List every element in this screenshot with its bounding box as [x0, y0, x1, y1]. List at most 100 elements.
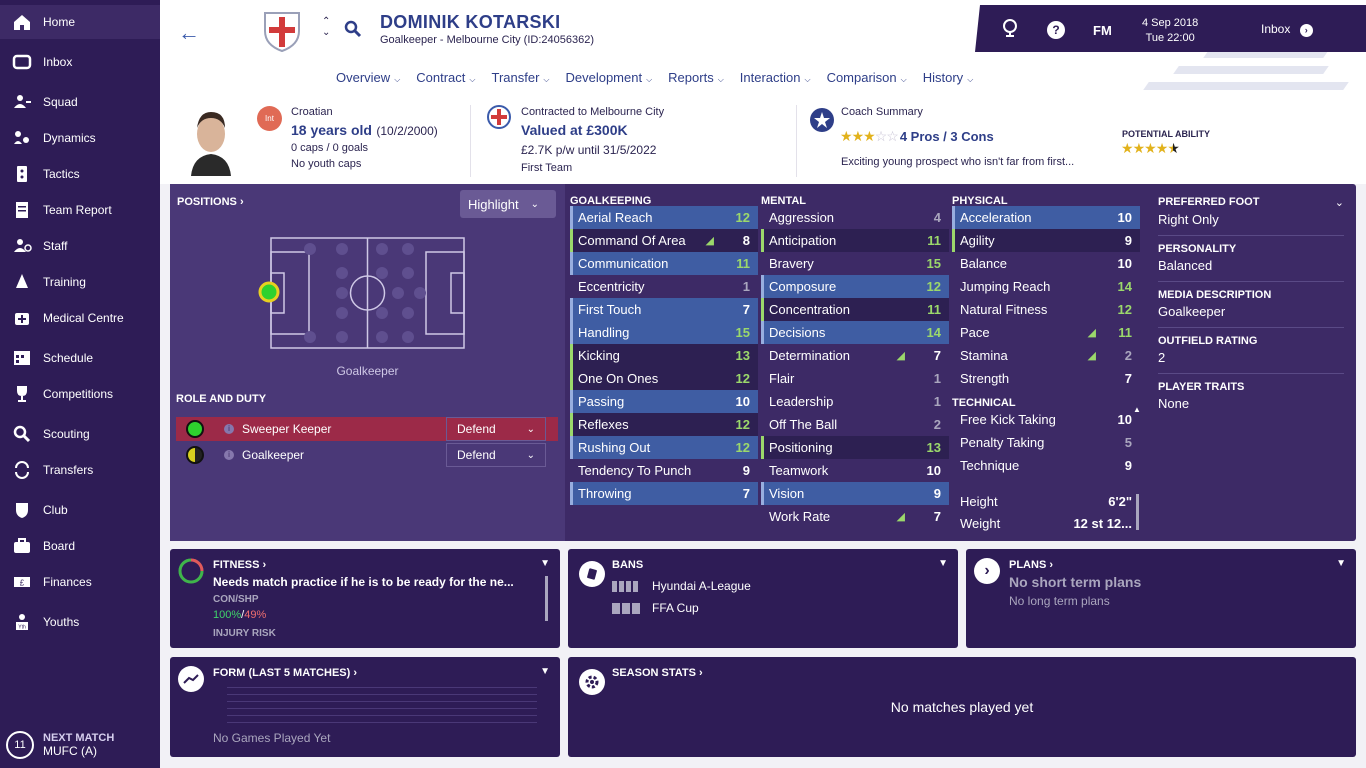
fm-menu-button[interactable]: FM [1093, 23, 1112, 38]
attribute-row[interactable]: Stamina ◢ 2 [952, 344, 1140, 367]
attribute-row[interactable]: Jumping Reach 14 [952, 275, 1140, 298]
attribute-row[interactable]: Penalty Taking 5 [952, 431, 1140, 454]
back-arrow-icon[interactable]: ← [178, 20, 200, 46]
attribute-row[interactable]: Acceleration 10 [952, 206, 1140, 229]
sidebar-item-youths[interactable]: Yth Youths [0, 605, 160, 639]
tab-reports[interactable]: Reports ⌵ [660, 66, 732, 98]
club-world-icon[interactable] [1002, 19, 1018, 37]
highlight-dropdown[interactable]: Highlight ⌄ [460, 190, 556, 218]
attribute-row[interactable]: Kicking 13 [570, 344, 758, 367]
attribute-row[interactable]: First Touch 7 [570, 298, 758, 321]
sidebar-item-label: Training [43, 275, 86, 289]
help-icon[interactable]: ? [1047, 21, 1065, 39]
attribute-row[interactable]: Flair 1 [761, 367, 949, 390]
pros-cons[interactable]: 4 Pros / 3 Cons [900, 129, 994, 144]
coach-text: Exciting young prospect who isn't far fr… [841, 156, 1075, 168]
goalkeeper-position-marker[interactable] [258, 281, 280, 303]
inbox-continue-button[interactable]: Inbox › [1261, 22, 1313, 37]
attribute-row[interactable]: Positioning 13 [761, 436, 949, 459]
tab-contract[interactable]: Contract ⌵ [408, 66, 483, 98]
duty-dropdown[interactable]: Defend ⌄ [446, 417, 546, 441]
fitness-title[interactable]: FITNESS › [213, 559, 266, 571]
sidebar-item-finances[interactable]: £ Finances [0, 565, 160, 599]
attribute-row[interactable]: Strength 7 [952, 367, 1140, 390]
attribute-row[interactable]: Rushing Out 12 [570, 436, 758, 459]
prev-next-player[interactable]: ⌃ ⌄ [322, 16, 330, 38]
sidebar-item-club[interactable]: Club [0, 493, 160, 527]
sidebar-item-medical-centre[interactable]: Medical Centre [0, 301, 160, 335]
role-row-goalkeeper[interactable]: i Goalkeeper Defend ⌄ [176, 443, 558, 467]
attribute-row[interactable]: Throwing 7 [570, 482, 758, 505]
preferred-foot-header[interactable]: PREFERRED FOOT ⌄ [1158, 196, 1344, 209]
attribute-row[interactable]: Teamwork 10 [761, 459, 949, 482]
attribute-row[interactable]: Pace ◢ 11 [952, 321, 1140, 344]
attribute-row[interactable]: Decisions 14 [761, 321, 949, 344]
info-icon[interactable]: i [224, 450, 234, 460]
sidebar-item-training[interactable]: Training [0, 265, 160, 299]
sidebar-item-team-report[interactable]: Team Report [0, 193, 160, 227]
positions-title[interactable]: POSITIONS › [177, 196, 244, 208]
info-icon[interactable]: i [224, 424, 234, 434]
board-icon [10, 536, 34, 556]
attribute-row[interactable]: Handling 15 [570, 321, 758, 344]
chevron-down-icon[interactable]: ▼ [540, 666, 550, 677]
sidebar-item-dynamics[interactable]: Dynamics [0, 121, 160, 155]
scrollbar[interactable] [545, 576, 548, 621]
role-row-sweeper-keeper[interactable]: i Sweeper Keeper Defend ⌄ [176, 417, 558, 441]
sidebar-item-scouting[interactable]: Scouting [0, 417, 160, 451]
attribute-row[interactable]: Determination ◢ 7 [761, 344, 949, 367]
sidebar-item-board[interactable]: Board [0, 529, 160, 563]
attribute-row[interactable]: Concentration 11 [761, 298, 949, 321]
attribute-row[interactable]: Communication 11 [570, 252, 758, 275]
attribute-name: Determination [769, 348, 850, 363]
attribute-row[interactable]: One On Ones 12 [570, 367, 758, 390]
sidebar-item-schedule[interactable]: Schedule [0, 341, 160, 375]
next-match[interactable]: 11 NEXT MATCH MUFC (A) [6, 731, 114, 759]
attribute-row[interactable]: Tendency To Punch 9 [570, 459, 758, 482]
attribute-row[interactable]: Free Kick Taking 10 [952, 408, 1140, 431]
attribute-row[interactable]: Reflexes 12 [570, 413, 758, 436]
attribute-row[interactable]: Aerial Reach 12 [570, 206, 758, 229]
duty-dropdown[interactable]: Defend ⌄ [446, 443, 546, 467]
attribute-row[interactable]: Balance 10 [952, 252, 1140, 275]
collapse-arrow-icon[interactable]: ▲ [1133, 405, 1141, 414]
season-stats-title[interactable]: SEASON STATS › [612, 667, 703, 679]
attribute-row[interactable]: Aggression 4 [761, 206, 949, 229]
sidebar-item-competitions[interactable]: Competitions [0, 377, 160, 411]
attribute-row[interactable]: Natural Fitness 12 [952, 298, 1140, 321]
attribute-row[interactable]: Command Of Area ◢ 8 [570, 229, 758, 252]
sidebar-item-inbox[interactable]: Inbox [0, 45, 160, 79]
chevron-down-icon[interactable]: ▼ [1336, 558, 1346, 569]
sidebar-item-home[interactable]: Home [0, 5, 160, 39]
plans-title[interactable]: PLANS › [1009, 559, 1053, 571]
attribute-name: Balance [960, 256, 1007, 271]
attribute-row[interactable]: Bravery 15 [761, 252, 949, 275]
sidebar-item-staff[interactable]: Staff [0, 229, 160, 263]
scrollbar[interactable] [1136, 494, 1139, 530]
attribute-row[interactable]: Leadership 1 [761, 390, 949, 413]
form-title[interactable]: FORM (LAST 5 MATCHES) › [213, 667, 357, 679]
attribute-row[interactable]: Work Rate ◢ 7 [761, 505, 949, 528]
attribute-row[interactable]: Off The Ball 2 [761, 413, 949, 436]
chevron-down-icon[interactable]: ▼ [938, 558, 948, 569]
attribute-row[interactable]: Technique 9 [952, 454, 1140, 477]
attribute-row[interactable]: Vision 9 [761, 482, 949, 505]
attribute-row[interactable]: Passing 10 [570, 390, 758, 413]
attribute-row[interactable]: Agility 9 [952, 229, 1140, 252]
tab-overview[interactable]: Overview ⌵ [328, 66, 409, 98]
tab-development[interactable]: Development ⌵ [557, 66, 660, 98]
attribute-name: Stamina [960, 348, 1008, 363]
attribute-row[interactable]: Anticipation 11 [761, 229, 949, 252]
sidebar-item-tactics[interactable]: Tactics [0, 157, 160, 191]
sidebar-item-squad[interactable]: Squad [0, 85, 160, 119]
attribute-row[interactable]: Composure 12 [761, 275, 949, 298]
height-value: 6'2" [1108, 494, 1132, 509]
tab-comparison[interactable]: Comparison ⌵ [819, 66, 915, 98]
search-icon[interactable] [344, 20, 362, 38]
tab-history[interactable]: History ⌵ [915, 66, 982, 98]
sidebar-item-transfers[interactable]: Transfers [0, 453, 160, 487]
chevron-down-icon[interactable]: ▼ [540, 558, 550, 569]
tab-interaction[interactable]: Interaction ⌵ [732, 66, 819, 98]
attribute-row[interactable]: Eccentricity 1 [570, 275, 758, 298]
tab-transfer[interactable]: Transfer ⌵ [483, 66, 557, 98]
